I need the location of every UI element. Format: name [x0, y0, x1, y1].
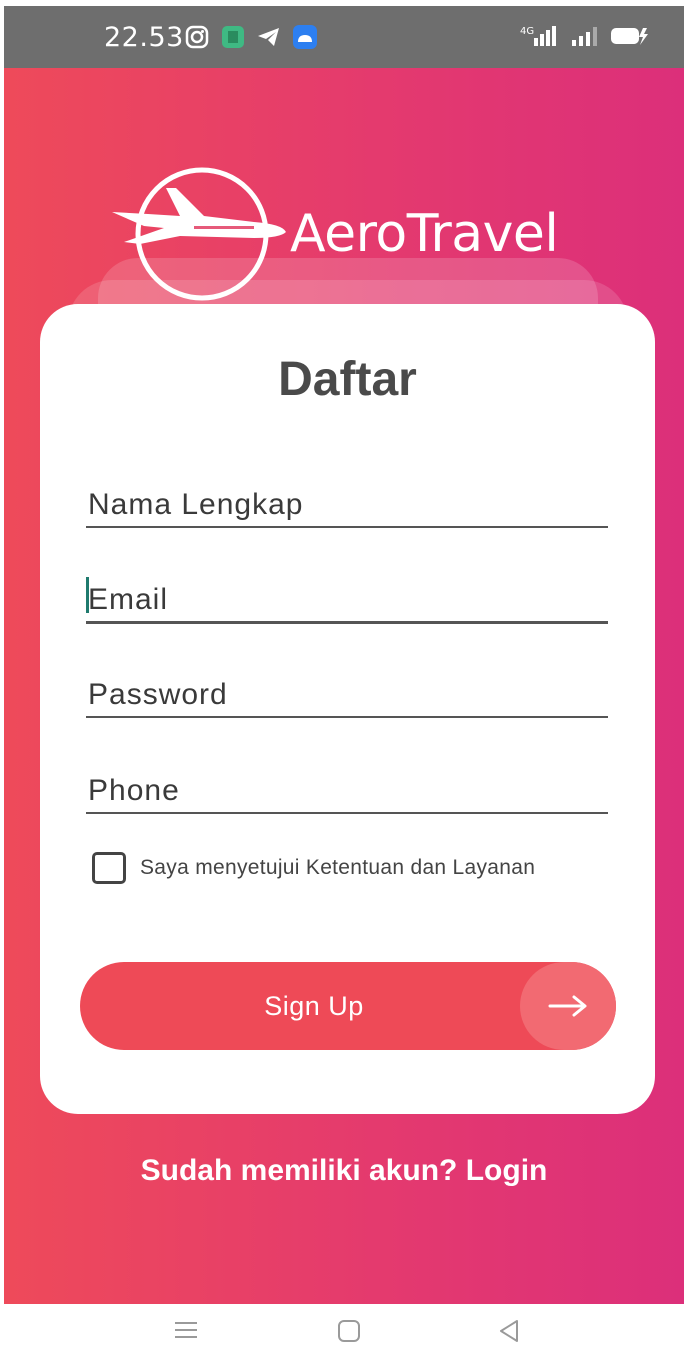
terms-label[interactable]: Saya menyetujui Ketentuan dan Layanan [140, 856, 535, 880]
password-field[interactable] [86, 658, 610, 718]
full-name-input[interactable] [88, 488, 610, 522]
signup-button-label: Sign Up [264, 991, 364, 1021]
app-name: AeroTravel [290, 204, 559, 264]
app-screen: AeroTravel Daftar Saya menyetujui Ketent… [4, 68, 684, 1304]
app-notification-icon [220, 24, 246, 55]
arrow-right-icon [520, 962, 616, 1050]
battery-charging-icon [610, 24, 650, 53]
navigation-bar [0, 1304, 684, 1352]
status-time: 22.53 [104, 22, 184, 53]
phone-field[interactable] [86, 754, 610, 814]
phone-input[interactable] [88, 774, 610, 808]
system-icons: 4G [520, 24, 650, 53]
signal-bars-icon [570, 24, 600, 53]
notification-icons [184, 24, 318, 55]
signup-button[interactable]: Sign Up [80, 962, 616, 1050]
svg-text:4G: 4G [520, 26, 534, 37]
home-icon[interactable] [336, 1318, 362, 1349]
telegram-icon [256, 24, 282, 55]
terms-row[interactable]: Saya menyetujui Ketentuan dan Layanan [92, 852, 535, 884]
signal-4g-icon: 4G [520, 24, 560, 53]
menu-icon[interactable] [172, 1318, 200, 1347]
app-logo: AeroTravel [104, 166, 604, 306]
signup-card: Daftar Saya menyetujui Ketentuan dan Lay… [40, 304, 655, 1114]
email-input[interactable] [88, 583, 610, 617]
full-name-field[interactable] [86, 468, 610, 528]
instagram-icon [184, 24, 210, 55]
status-bar: 22.53 4G [4, 6, 684, 68]
email-field[interactable] [86, 564, 610, 624]
back-icon[interactable] [496, 1318, 522, 1349]
login-link[interactable]: Sudah memiliki akun? Login [4, 1154, 684, 1188]
password-input[interactable] [88, 678, 610, 712]
page-title: Daftar [278, 353, 417, 406]
terms-checkbox[interactable] [92, 852, 126, 884]
cloud-app-icon [292, 24, 318, 55]
